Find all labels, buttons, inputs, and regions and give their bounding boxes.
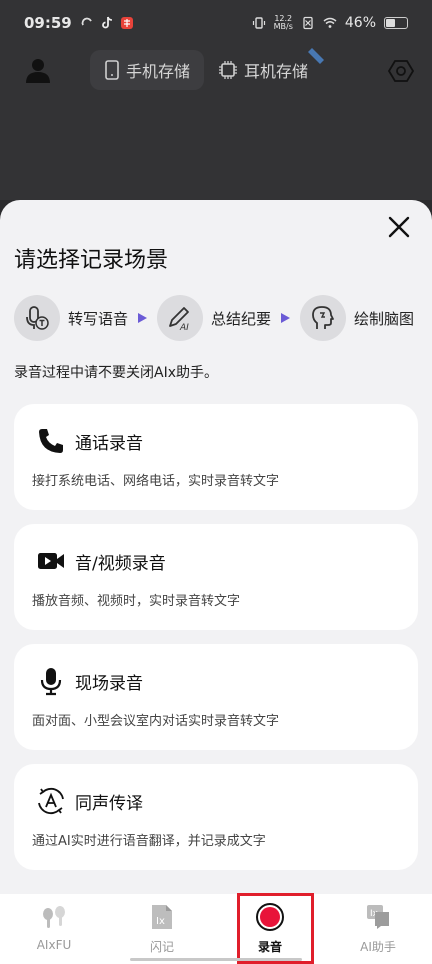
ribbon-badge-icon <box>308 48 325 64</box>
nav-label: AIxFU <box>36 938 72 952</box>
battery-percent: 46% <box>344 15 376 31</box>
sync-icon <box>81 17 92 26</box>
svg-text:Ix: Ix <box>156 916 165 927</box>
step-label: 绘制脑图 <box>354 309 415 328</box>
phone-storage-icon <box>105 60 119 80</box>
tab-phone-storage-label: 手机存储 <box>126 62 191 81</box>
step-label: 总结纪要 <box>211 309 272 328</box>
nav-ai-assistant[interactable]: Ix AI助手 <box>324 894 432 964</box>
card-title: 音/视频录音 <box>75 554 166 574</box>
recording-notice: 录音过程中请不要关闭AIx助手。 <box>14 365 218 381</box>
chip-icon <box>219 61 238 79</box>
settings-icon[interactable] <box>388 58 414 84</box>
sim-off-icon <box>303 16 313 30</box>
mic-t-icon <box>26 306 49 330</box>
home-indicator[interactable] <box>130 958 302 961</box>
scene-card-interpret[interactable]: 同声传译 通过AI实时进行语音翻译，并记录成文字 <box>14 764 418 870</box>
tiktok-icon <box>101 16 112 29</box>
card-desc: 接打系统电话、网络电话，实时录音转文字 <box>32 474 280 489</box>
microphone-icon <box>40 668 62 696</box>
storage-tabs: 手机存储 耳机存储 <box>90 48 325 90</box>
tab-phone-storage[interactable]: 手机存储 <box>90 50 205 90</box>
step-circle: AI <box>157 295 204 341</box>
tab-earphone-storage-label: 耳机存储 <box>244 62 309 81</box>
sheet-title: 请选择记录场景 <box>14 248 169 273</box>
card-title: 通话录音 <box>75 434 143 454</box>
step-circle <box>300 295 347 341</box>
scene-selection-sheet: 请选择记录场景 转写语音 AI 总结纪要 绘制脑图 录音过程中请不要关闭AIx助… <box>0 200 432 894</box>
card-title: 现场录音 <box>75 674 143 694</box>
step-transcribe: 转写语音 <box>14 295 128 341</box>
step-summarize: AI 总结纪要 <box>157 295 271 341</box>
step-label: 转写语音 <box>68 309 129 328</box>
network-speed: 12.2 MB/s <box>273 14 293 31</box>
user-avatar-icon[interactable] <box>24 56 52 84</box>
step-mindmap: 绘制脑图 <box>300 295 414 341</box>
brain-head-icon <box>312 306 334 329</box>
card-title: 同声传译 <box>75 794 143 814</box>
record-icon <box>256 903 284 931</box>
card-desc: 播放音频、视频时，实时录音转文字 <box>32 594 241 609</box>
step-arrow <box>138 313 148 323</box>
ai-chat-icon: Ix <box>367 905 389 929</box>
translate-icon <box>38 787 64 815</box>
card-desc: 面对面、小型会议室内对话实时录音转文字 <box>32 714 280 729</box>
phone-icon <box>39 429 63 453</box>
card-desc: 通过AI实时进行语音翻译，并记录成文字 <box>32 834 266 849</box>
app-badge-icon <box>120 17 133 29</box>
workflow-steps: 转写语音 AI 总结纪要 绘制脑图 <box>14 295 432 341</box>
clock: 09:59 <box>24 14 72 32</box>
nav-label: 闪记 <box>149 940 174 954</box>
nav-label: AI助手 <box>360 940 396 954</box>
bottom-nav: AIxFU Ix 闪记 录音 Ix AI助手 <box>0 894 432 964</box>
earbuds-icon <box>43 906 65 928</box>
scene-card-call[interactable]: 通话录音 接打系统电话、网络电话，实时录音转文字 <box>14 404 418 510</box>
nav-record[interactable]: 录音 <box>216 894 324 964</box>
step-arrow <box>281 313 291 323</box>
top-header: 手机存储 耳机存储 <box>0 46 432 200</box>
svg-text:AI: AI <box>179 323 189 332</box>
flash-note-icon: Ix <box>152 905 172 929</box>
pen-ai-icon: AI <box>169 307 189 332</box>
nav-flash-notes[interactable]: Ix 闪记 <box>108 894 216 964</box>
step-circle <box>14 295 60 341</box>
nav-aixfu[interactable]: AIxFU <box>0 894 108 964</box>
video-icon <box>38 553 64 569</box>
close-icon[interactable] <box>386 214 412 240</box>
battery-icon <box>384 17 408 29</box>
nav-label: 录音 <box>257 940 282 954</box>
tab-earphone-storage[interactable]: 耳机存储 <box>204 48 325 90</box>
scene-card-onsite[interactable]: 现场录音 面对面、小型会议室内对话实时录音转文字 <box>14 644 418 750</box>
status-bar: 09:59 12.2 MB/s 46% <box>0 0 432 46</box>
vibrate-icon <box>252 17 265 29</box>
wifi-icon <box>323 17 337 28</box>
scene-card-media[interactable]: 音/视频录音 播放音频、视频时，实时录音转文字 <box>14 524 418 630</box>
